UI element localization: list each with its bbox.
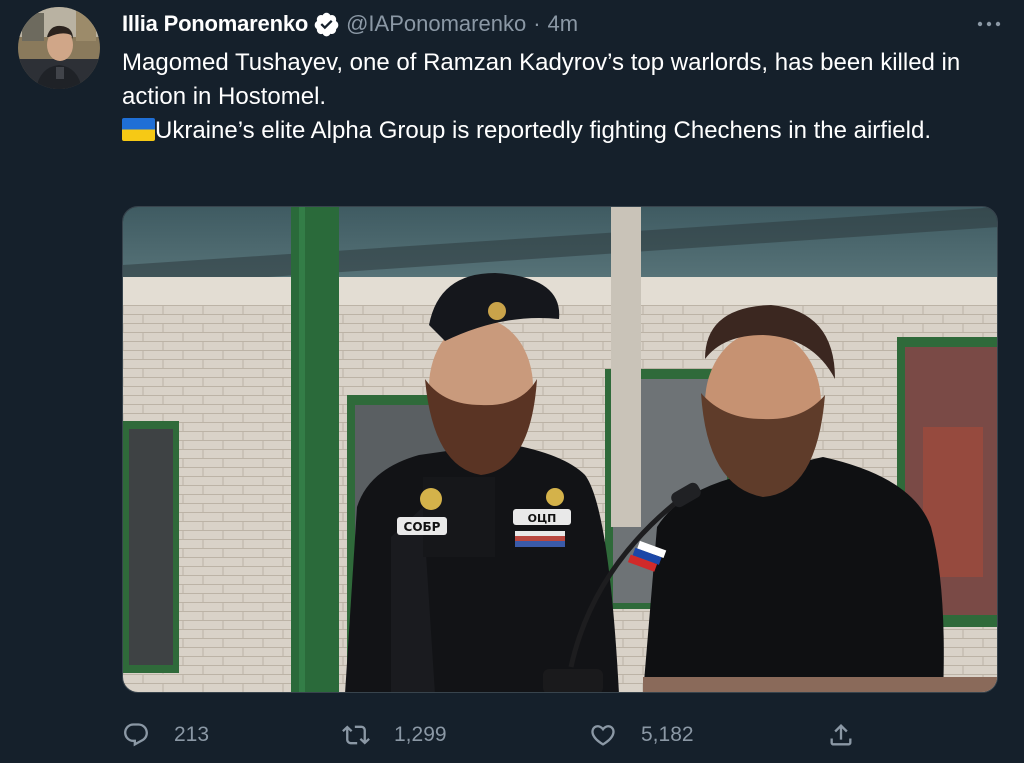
tweet-actions: 213 1,299 5,182 xyxy=(122,712,862,758)
retweet-button[interactable]: 1,299 xyxy=(342,712,447,758)
author-handle[interactable]: @IAPonomarenko xyxy=(346,11,526,37)
ellipsis-icon xyxy=(977,21,1001,27)
tweet-text-line-2-content: Ukraine’s elite Alpha Group is reportedl… xyxy=(155,117,931,144)
tweet-text: Magomed Tushayev, one of Ramzan Kadyrov’… xyxy=(122,46,1002,148)
reply-button[interactable]: 213 xyxy=(122,712,209,758)
photo-content: СОБР ОЦП xyxy=(123,207,997,692)
tweet-header: Illia Ponomarenko @IAPonomarenko · 4m xyxy=(122,9,578,39)
tweet-timestamp[interactable]: 4m xyxy=(548,11,579,37)
reply-count: 213 xyxy=(174,723,210,746)
avatar-image xyxy=(18,7,100,89)
like-count: 5,182 xyxy=(641,723,694,746)
tweet-card: Illia Ponomarenko @IAPonomarenko · 4m Ma… xyxy=(0,0,1024,763)
retweet-icon xyxy=(342,721,370,749)
heart-icon xyxy=(589,721,617,749)
retweet-count: 1,299 xyxy=(394,723,447,746)
photo-patch-left: СОБР xyxy=(404,520,441,534)
author-display-name[interactable]: Illia Ponomarenko xyxy=(122,11,308,37)
tweet-text-line-2: Ukraine’s elite Alpha Group is reportedl… xyxy=(122,114,1002,148)
photo-patch-right: ОЦП xyxy=(528,512,557,525)
header-separator: · xyxy=(533,11,541,36)
reply-icon xyxy=(122,721,150,749)
share-icon xyxy=(827,721,855,749)
tweet-text-line-1: Magomed Tushayev, one of Ramzan Kadyrov’… xyxy=(122,49,961,110)
share-button[interactable] xyxy=(827,712,855,758)
tweet-photo[interactable]: СОБР ОЦП xyxy=(122,206,998,693)
ukraine-flag-icon xyxy=(122,118,155,141)
more-options-button[interactable] xyxy=(974,11,1004,37)
verified-badge-icon xyxy=(313,11,340,38)
avatar[interactable] xyxy=(18,7,100,89)
like-button[interactable]: 5,182 xyxy=(589,712,694,758)
